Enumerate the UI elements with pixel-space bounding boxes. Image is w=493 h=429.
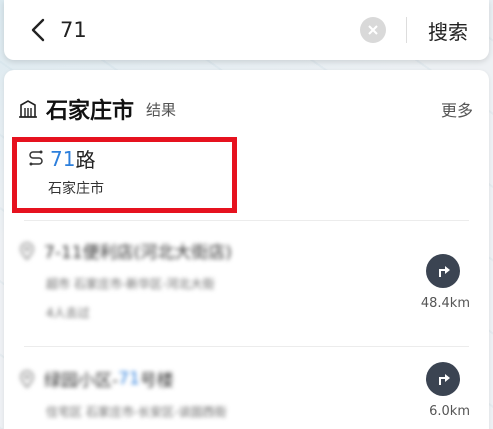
back-button[interactable]: [16, 0, 60, 60]
location-pin-icon: [20, 241, 34, 260]
result-address: 超市 石家庄市-新华区-河北大街: [46, 277, 215, 291]
highlight-box: [12, 137, 237, 213]
location-pin-icon: [20, 369, 34, 388]
building-icon: [19, 100, 37, 118]
results-card: 石家庄市 结果 更多 71 路 石家庄市 7-11便利店(河北大街店) 超市 石…: [4, 70, 489, 429]
navigate-button[interactable]: [426, 362, 460, 396]
result-title-text: 7-11便利店(河北大街店): [44, 243, 232, 263]
distance-label: 6.0km: [429, 404, 470, 419]
result-title-prefix: 绿园小区-: [44, 371, 119, 391]
turn-right-icon: [439, 266, 450, 277]
divider: [24, 220, 469, 221]
result-title-suffix: 号楼: [139, 371, 174, 391]
clear-button[interactable]: [360, 17, 386, 43]
city-name: 石家庄市: [46, 99, 135, 124]
city-result-label: 结果: [146, 100, 177, 119]
result-title-number: 71: [118, 368, 140, 389]
search-bar: 搜索: [4, 0, 489, 60]
search-button[interactable]: 搜索: [407, 16, 489, 45]
city-header: 石家庄市 结果 更多: [18, 94, 473, 124]
navigate-button[interactable]: [426, 254, 460, 288]
close-icon: [368, 25, 378, 35]
distance-label: 48.4km: [420, 296, 470, 311]
turn-right-icon: [439, 374, 450, 385]
search-input[interactable]: [60, 10, 360, 50]
more-link[interactable]: 更多: [441, 97, 473, 121]
chevron-left-icon: [31, 18, 45, 42]
divider: [24, 346, 469, 347]
result-title: 7-11便利店(河北大街店): [20, 238, 473, 263]
result-title: 绿园小区- 71 号楼: [20, 366, 473, 391]
